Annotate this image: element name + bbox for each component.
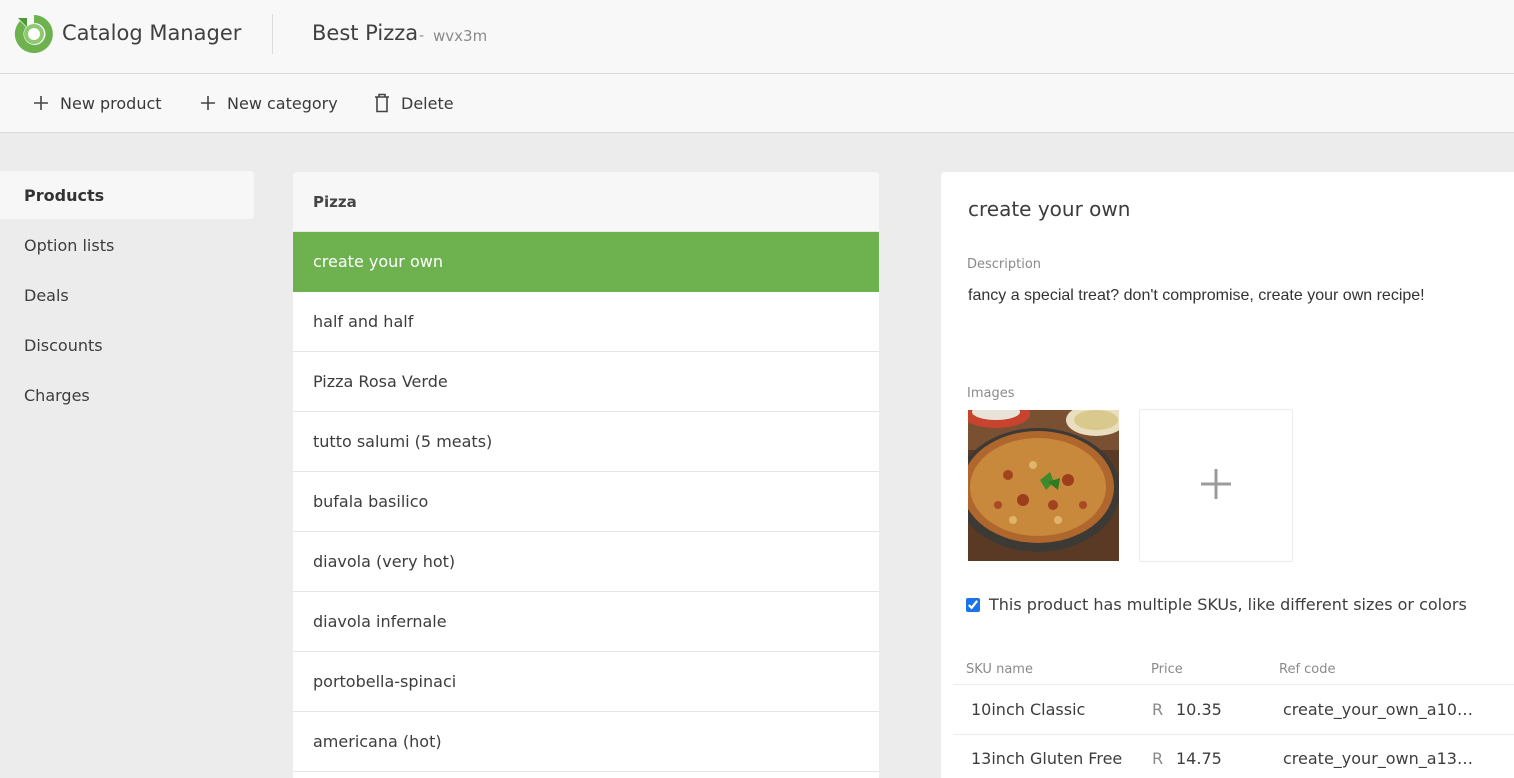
- sidebar-item-charges[interactable]: Charges: [0, 371, 254, 419]
- store-code: wvx3m: [433, 27, 488, 45]
- toolbar: New product New category Delete: [0, 74, 1514, 133]
- currency-symbol: R: [1152, 700, 1164, 719]
- delete-button[interactable]: Delete: [372, 91, 454, 115]
- product-list-item[interactable]: Pizza Rosa Verde: [293, 352, 879, 412]
- product-list-item[interactable]: bufala basilico: [293, 472, 879, 532]
- product-detail-panel: create your own Description fancy a spec…: [941, 172, 1514, 778]
- plus-icon: [1199, 467, 1233, 505]
- product-list-item[interactable]: americana (hot): [293, 712, 879, 772]
- sidebar-item-products[interactable]: Products: [0, 171, 254, 219]
- ref-code-header: Ref code: [1279, 662, 1336, 677]
- description-label: Description: [967, 257, 1042, 272]
- app-header: Catalog Manager Best Pizza - wvx3m: [0, 0, 1514, 74]
- images-label: Images: [967, 386, 1015, 401]
- trash-icon: [372, 93, 392, 113]
- category-header[interactable]: Pizza: [293, 172, 879, 232]
- description-field[interactable]: fancy a special treat? don't compromise,…: [968, 287, 1425, 305]
- new-category-label: New category: [227, 93, 338, 113]
- sku-ref-cell[interactable]: create_your_own_a13…: [1283, 749, 1473, 768]
- plus-icon: [198, 93, 218, 113]
- product-list-item[interactable]: half and half: [293, 292, 879, 352]
- sku-name-header: SKU name: [966, 662, 1033, 677]
- catalog-manager-logo-icon: [14, 14, 54, 54]
- store-separator: -: [419, 28, 425, 44]
- app-title: Catalog Manager: [62, 21, 242, 45]
- sku-name-cell[interactable]: 13inch Gluten Free: [971, 749, 1122, 768]
- currency-symbol: R: [1152, 749, 1164, 768]
- new-product-label: New product: [60, 93, 162, 113]
- header-divider: [272, 14, 273, 54]
- product-list-item[interactable]: tutto salumi (5 meats): [293, 412, 879, 472]
- price-header: Price: [1151, 662, 1183, 677]
- sku-name-cell[interactable]: 10inch Classic: [971, 700, 1085, 719]
- product-image[interactable]: [968, 410, 1119, 561]
- sidebar-item-discounts[interactable]: Discounts: [0, 321, 254, 369]
- table-divider: [953, 684, 1514, 685]
- product-list-item[interactable]: portobella-spinaci: [293, 652, 879, 712]
- product-list-item-selected[interactable]: create your own: [293, 232, 879, 292]
- table-divider: [953, 734, 1514, 735]
- delete-label: Delete: [401, 93, 454, 113]
- sku-ref-cell[interactable]: create_your_own_a10…: [1283, 700, 1473, 719]
- new-category-button[interactable]: New category: [198, 91, 338, 115]
- product-title[interactable]: create your own: [968, 197, 1130, 221]
- product-list-panel: Pizza create your own half and half Pizz…: [293, 172, 879, 778]
- sku-price-cell[interactable]: 14.75: [1176, 749, 1222, 768]
- sku-price-cell[interactable]: 10.35: [1176, 700, 1222, 719]
- product-list-item[interactable]: diavola (very hot): [293, 532, 879, 592]
- multiple-skus-option[interactable]: This product has multiple SKUs, like dif…: [966, 595, 1467, 614]
- plus-icon: [31, 93, 51, 113]
- multiple-skus-checkbox[interactable]: [966, 597, 980, 612]
- add-image-button[interactable]: [1139, 409, 1293, 562]
- sidebar-item-option-lists[interactable]: Option lists: [0, 221, 254, 269]
- product-list-item[interactable]: diavola infernale: [293, 592, 879, 652]
- multiple-skus-label: This product has multiple SKUs, like dif…: [989, 595, 1467, 614]
- new-product-button[interactable]: New product: [31, 91, 162, 115]
- store-name[interactable]: Best Pizza: [312, 21, 418, 45]
- sidebar-item-deals[interactable]: Deals: [0, 271, 254, 319]
